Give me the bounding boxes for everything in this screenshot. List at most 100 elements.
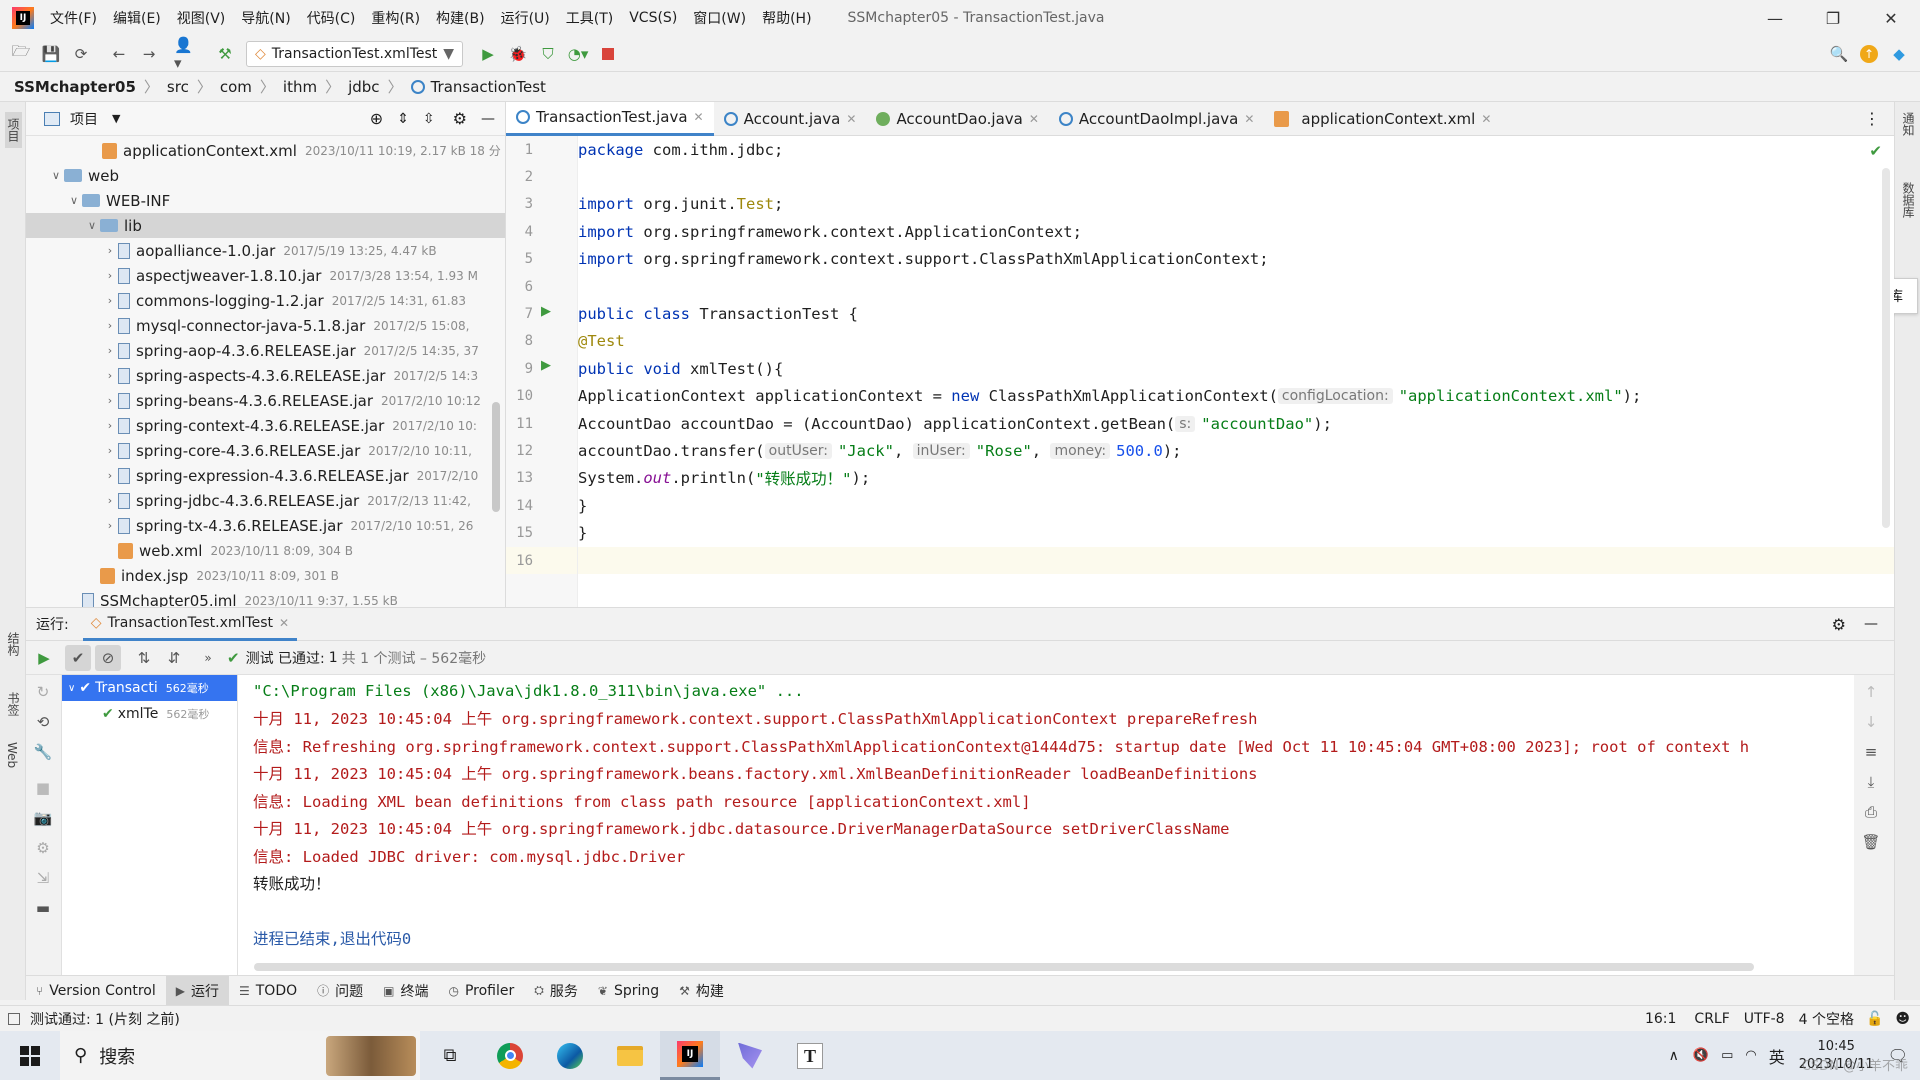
editor-tab[interactable]: AccountDaoImpl.java ✕ [1049, 102, 1264, 136]
down-arrow-icon[interactable]: ↓ [1858, 709, 1884, 735]
close-icon[interactable]: ✕ [1029, 112, 1039, 126]
tree-row[interactable]: › spring-aop-4.3.6.RELEASE.jar 2017/2/5 14… [26, 338, 505, 363]
scroll-to-end-icon[interactable]: ⤓ [1858, 769, 1884, 795]
edge-icon[interactable] [540, 1031, 600, 1080]
tree-row[interactable]: › spring-core-4.3.6.RELEASE.jar 2017/2/10 … [26, 438, 505, 463]
run-config-selector[interactable]: ◇ TransactionTest.xmlTest ▼ [246, 40, 464, 67]
tree-row[interactable]: › spring-jdbc-4.3.6.RELEASE.jar 2017/2/13 … [26, 488, 505, 513]
breadcrumb-com[interactable]: com [220, 78, 252, 96]
file-encoding[interactable]: UTF-8 [1744, 1011, 1785, 1027]
menu-item[interactable]: VCS(S) [629, 10, 677, 26]
tool-window-button[interactable]: ⓘ 问题 [307, 976, 373, 1006]
rerun-icon[interactable]: ▶ [31, 645, 57, 671]
open-folder-icon[interactable]: 🗁 [8, 41, 34, 67]
coverage-icon[interactable]: ⛉ [535, 41, 561, 67]
close-icon[interactable]: ✕ [694, 110, 704, 124]
wrench-icon[interactable]: 🔧 [30, 739, 56, 765]
export-icon[interactable]: ⇲ [30, 865, 56, 891]
soft-wrap-icon[interactable]: ≡ [1858, 739, 1884, 765]
tool-window-button[interactable]: ⚒ 构建 [669, 976, 734, 1006]
trash-icon[interactable]: 🗑 [1858, 829, 1884, 855]
run-tab[interactable]: ◇ TransactionTest.xmlTest ✕ [82, 607, 298, 641]
test-class-row[interactable]: ∨ ✔ Transacti 562毫秒 [62, 675, 237, 701]
tree-row[interactable]: › aopalliance-1.0.jar 2017/5/19 13:25, 4.4… [26, 238, 505, 263]
debug-icon[interactable]: 🐞 [505, 41, 531, 67]
breadcrumb-src[interactable]: src [167, 78, 189, 96]
stop-icon[interactable] [595, 41, 621, 67]
inspection-ok-icon[interactable]: ✔ [1869, 142, 1882, 160]
print-icon[interactable]: ⎙ [1858, 799, 1884, 825]
menu-item[interactable]: 重构(R) [371, 8, 420, 28]
sync-icon[interactable]: ⟳ [68, 41, 94, 67]
minimize-button[interactable]: — [1746, 9, 1804, 28]
structure-tool-button[interactable]: 结构 [5, 632, 22, 656]
web-tool-button[interactable]: Web [5, 742, 19, 768]
camera-icon[interactable]: 📷 [30, 805, 56, 831]
project-scrollbar[interactable] [492, 402, 500, 512]
breadcrumb-project[interactable]: SSMchapter05 [14, 78, 136, 96]
code-editor[interactable]: package com.ithm.jdbc; import org.junit.… [578, 136, 1894, 607]
tree-row[interactable]: index.jsp 2023/10/11 8:09, 301 B [26, 563, 505, 588]
tree-row[interactable]: › spring-tx-4.3.6.RELEASE.jar 2017/2/10 10… [26, 513, 505, 538]
tree-row[interactable]: › commons-logging-1.2.jar 2017/2/5 14:31, … [26, 288, 505, 313]
more-tabs-icon[interactable]: ⋮ [1864, 109, 1880, 128]
run-test-gutter-icon[interactable]: ▶ [541, 304, 551, 319]
intellij-taskbar-icon[interactable]: IJ [660, 1031, 720, 1080]
task-view-icon[interactable]: ⧉ [420, 1031, 480, 1080]
bookmarks-tool-button[interactable]: 书签 [5, 692, 22, 716]
menu-item[interactable]: 窗口(W) [693, 8, 746, 28]
breadcrumb-ithm[interactable]: ithm [283, 78, 317, 96]
sort-alpha-icon[interactable]: ⇅ [131, 645, 157, 671]
stop-icon[interactable]: ■ [30, 775, 56, 801]
test-method-row[interactable]: ✔ xmlTe 562毫秒 [62, 701, 237, 727]
editor-tab[interactable]: AccountDao.java ✕ [866, 102, 1048, 136]
menu-item[interactable]: 工具(T) [566, 8, 613, 28]
hide-panel-icon[interactable]: — [1864, 616, 1878, 632]
chrome-icon[interactable] [480, 1031, 540, 1080]
locate-icon[interactable]: ⊕ [370, 109, 383, 128]
layout-icon[interactable]: ▬ [30, 895, 56, 921]
lock-icon[interactable]: 🔓 [1866, 1011, 1883, 1027]
menu-item[interactable]: 帮助(H) [762, 8, 811, 28]
tree-row[interactable]: › spring-expression-4.3.6.RELEASE.jar 2017… [26, 463, 505, 488]
close-icon[interactable]: ✕ [279, 616, 289, 630]
show-passed-icon[interactable]: ✔ [65, 644, 91, 671]
build-hammer-icon[interactable]: ⚒ [212, 41, 238, 67]
run-icon[interactable]: ▶ [475, 41, 501, 67]
expand-all-icon[interactable]: ⇕ [397, 111, 409, 127]
tool-window-button[interactable]: ▣ 终端 [373, 976, 438, 1006]
line-separator[interactable]: CRLF [1694, 1011, 1729, 1027]
app-purple-icon[interactable] [720, 1031, 780, 1080]
project-tool-button[interactable]: 项目 [5, 112, 22, 148]
tool-window-button[interactable]: ☰ TODO [229, 976, 307, 1006]
editor-scrollbar[interactable] [1882, 168, 1890, 528]
more-icon[interactable]: » [195, 645, 221, 671]
forward-icon[interactable]: → [136, 41, 162, 67]
tree-row[interactable]: › spring-beans-4.3.6.RELEASE.jar 2017/2/10… [26, 388, 505, 413]
taskbar-search-box[interactable]: ⚲ 搜索 [60, 1031, 420, 1080]
tree-row[interactable]: ∨ lib [26, 213, 505, 238]
tool-window-button[interactable]: ▶ 运行 [165, 975, 229, 1006]
console-output[interactable]: "C:\Program Files (x86)\Java\jdk1.8.0_31… [238, 675, 1854, 975]
file-explorer-icon[interactable] [600, 1031, 660, 1080]
tool-window-button[interactable]: ⛭ 服务 [524, 976, 588, 1006]
editor-tab[interactable]: TransactionTest.java ✕ [506, 101, 714, 136]
tray-chevron-up-icon[interactable]: ∧ [1669, 1048, 1679, 1064]
tree-row[interactable]: › aspectjweaver-1.8.10.jar 2017/3/28 13:54… [26, 263, 505, 288]
ime-indicator[interactable]: 英 [1769, 1044, 1785, 1068]
tree-row[interactable]: web.xml 2023/10/11 8:09, 304 B [26, 538, 505, 563]
profile-icon[interactable]: ◔▾ [565, 41, 591, 67]
tool-window-button[interactable]: ❦ Spring [588, 976, 669, 1006]
editor-tab[interactable]: Account.java ✕ [714, 102, 867, 136]
update-icon[interactable]: ↑ [1856, 41, 1882, 67]
notifications-tool-button[interactable]: 通知 [1900, 112, 1917, 136]
tool-window-button[interactable]: ⑂ Version Control [26, 976, 166, 1006]
up-arrow-icon[interactable]: ↑ [1858, 679, 1884, 705]
close-icon[interactable]: ✕ [1244, 112, 1254, 126]
toggle-autotest-icon[interactable]: ⟲ [30, 709, 56, 735]
database-tool-button[interactable]: 数据库 [1900, 182, 1917, 218]
tree-row[interactable]: › mysql-connector-java-5.1.8.jar 2017/2/5 … [26, 313, 505, 338]
show-ignored-icon[interactable]: ⊘ [95, 644, 121, 671]
tree-row[interactable]: › spring-context-4.3.6.RELEASE.jar 2017/2/… [26, 413, 505, 438]
save-all-icon[interactable]: 💾 [38, 41, 64, 67]
